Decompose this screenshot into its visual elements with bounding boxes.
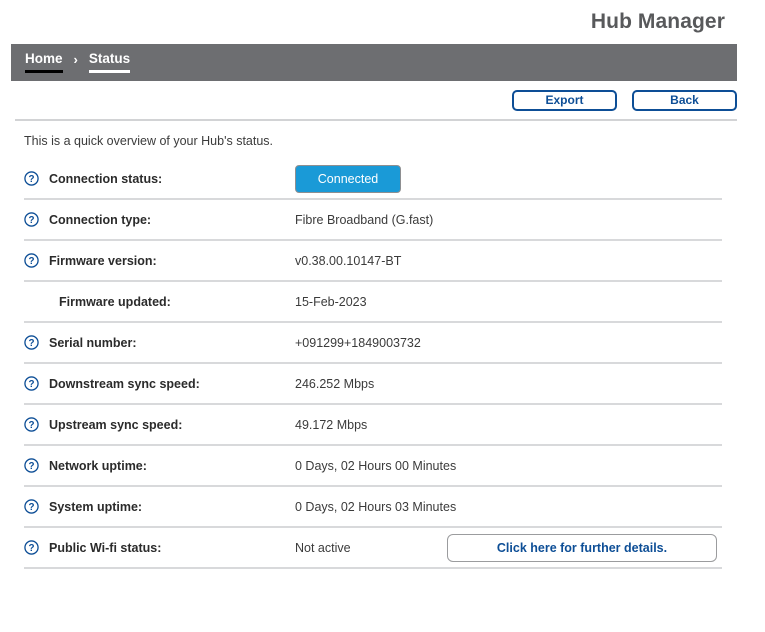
row-label-cell: ? Firmware version: [24, 253, 295, 268]
row-label: Upstream sync speed: [49, 417, 183, 432]
help-icon[interactable]: ? [24, 212, 39, 227]
row-value: 0 Days, 02 Hours 00 Minutes [295, 458, 457, 473]
breadcrumb-status-label: Status [88, 51, 131, 67]
chevron-right-icon: › [73, 51, 78, 67]
svg-text:?: ? [28, 543, 34, 554]
row-label-cell: ? Connection status: [24, 171, 295, 186]
table-row: ? Public Wi-fi status: Not active Click her… [24, 528, 722, 569]
help-icon[interactable]: ? [24, 417, 39, 432]
table-row: ? System uptime: 0 Days, 02 Hours 03 Minut… [24, 487, 722, 528]
page-title: Hub Manager [590, 10, 725, 33]
row-label: Public Wi-fi status: [49, 540, 162, 555]
help-icon[interactable]: ? [24, 499, 39, 514]
svg-text:?: ? [28, 256, 34, 267]
row-value-cell: 246.252 Mbps [295, 377, 722, 391]
breadcrumb-home-label: Home [25, 51, 63, 67]
row-label: System uptime: [49, 499, 143, 514]
row-label: Connection type: [49, 212, 152, 227]
row-value: 15-Feb-2023 [295, 294, 367, 309]
status-table: ? Connection status: Connected? Connection … [24, 159, 722, 569]
row-value-cell: v0.38.00.10147-BT [295, 254, 722, 268]
table-row: ? Downstream sync speed: 246.252 Mbps [24, 364, 722, 405]
row-value-cell: +091299+1849003732 [295, 336, 722, 350]
intro-text: This is a quick overview of your Hub's s… [24, 134, 274, 148]
breadcrumb-item-home[interactable]: Home [25, 52, 63, 73]
row-value: 0 Days, 02 Hours 03 Minutes [295, 499, 457, 514]
row-value: 49.172 Mbps [295, 417, 368, 432]
help-icon[interactable]: ? [24, 171, 39, 186]
row-label: Firmware updated: [59, 294, 171, 309]
row-value-cell: Not active [295, 541, 447, 555]
svg-text:?: ? [28, 461, 34, 472]
row-label: Firmware version: [49, 253, 157, 268]
row-value-cell: 15-Feb-2023 [295, 295, 722, 309]
help-icon[interactable]: ? [24, 253, 39, 268]
svg-text:?: ? [28, 174, 34, 185]
hub-manager-page: Hub Manager Home › Status Export Back Th… [0, 0, 765, 632]
row-label-cell: ? System uptime: [24, 499, 295, 514]
svg-text:?: ? [28, 420, 34, 431]
breadcrumb-item-status[interactable]: Status [88, 51, 131, 73]
row-label-cell: ? Public Wi-fi status: [24, 540, 295, 555]
app-header: Hub Manager [0, 0, 765, 44]
export-button[interactable]: Export [512, 89, 617, 111]
breadcrumb: Home › Status [11, 44, 737, 81]
table-row: ? Upstream sync speed: 49.172 Mbps [24, 405, 722, 446]
row-value-cell: Connected [295, 164, 722, 193]
help-icon[interactable]: ? [24, 376, 39, 391]
row-value: Not active [295, 540, 351, 555]
table-row: ? Firmware version: v0.38.00.10147-BT [24, 241, 722, 282]
svg-text:?: ? [28, 338, 34, 349]
breadcrumb-status-underline [88, 69, 131, 73]
svg-text:?: ? [28, 215, 34, 226]
status-badge[interactable]: Connected [295, 164, 401, 193]
row-label-cell: ? Connection type: [24, 212, 295, 227]
row-label: Serial number: [49, 335, 137, 350]
row-value-cell: 0 Days, 02 Hours 00 Minutes [295, 459, 722, 473]
row-label-cell: ? Network uptime: [24, 458, 295, 473]
svg-text:?: ? [28, 502, 34, 513]
table-row: ? Network uptime: 0 Days, 02 Hours 00 Minu… [24, 446, 722, 487]
action-toolbar: Export Back [15, 81, 737, 121]
row-value-cell: Fibre Broadband (G.fast) [295, 213, 722, 227]
help-icon[interactable]: ? [24, 335, 39, 350]
row-label: Downstream sync speed: [49, 376, 200, 391]
table-row: ? Serial number: +091299+1849003732 [24, 323, 722, 364]
row-value-cell: 49.172 Mbps [295, 418, 722, 432]
breadcrumb-home-underline [25, 69, 63, 73]
row-label-cell: ? Downstream sync speed: [24, 376, 295, 391]
help-icon[interactable]: ? [24, 458, 39, 473]
row-value: v0.38.00.10147-BT [295, 253, 402, 268]
table-row: ? Connection type: Fibre Broadband (G.fast… [24, 200, 722, 241]
row-value-cell: 0 Days, 02 Hours 03 Minutes [295, 500, 722, 514]
row-value: 246.252 Mbps [295, 376, 375, 391]
row-value: Fibre Broadband (G.fast) [295, 212, 434, 227]
row-value: +091299+1849003732 [295, 335, 421, 350]
further-details-button[interactable]: Click here for further details. [447, 533, 717, 562]
row-label-cell: ? Serial number: [24, 335, 295, 350]
table-row: Firmware updated: 15-Feb-2023 [24, 282, 722, 323]
help-icon[interactable]: ? [24, 540, 39, 555]
table-row: ? Connection status: Connected [24, 159, 722, 200]
svg-text:?: ? [28, 379, 34, 390]
back-button[interactable]: Back [632, 89, 737, 111]
row-label-cell: ? Upstream sync speed: [24, 417, 295, 432]
row-label: Connection status: [49, 171, 163, 186]
row-label-cell: Firmware updated: [24, 295, 295, 309]
row-label: Network uptime: [49, 458, 147, 473]
